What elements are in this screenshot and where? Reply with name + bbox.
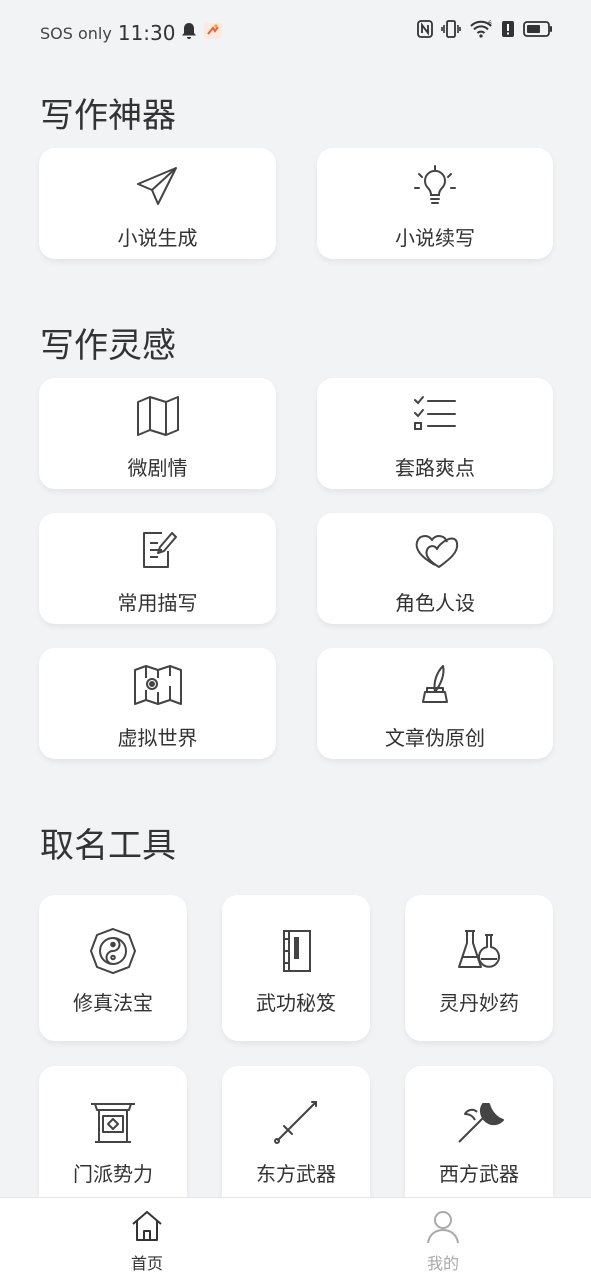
card-label: 小说生成 — [117, 226, 198, 250]
axe-icon — [453, 1098, 505, 1150]
card-label: 门派势力 — [73, 1162, 153, 1186]
card-descriptions[interactable]: 常用描写 — [39, 513, 276, 624]
sword-icon — [272, 1098, 320, 1150]
card-label: 灵丹妙药 — [439, 991, 519, 1015]
status-right: 6 — [417, 20, 553, 42]
card-label: 文章伪原创 — [385, 726, 485, 750]
card-pseudo-original[interactable]: 文章伪原创 — [317, 648, 553, 759]
card-label: 角色人设 — [395, 591, 475, 615]
card-sect[interactable]: 门派势力 — [39, 1066, 187, 1212]
card-novel-continue[interactable]: 小说续写 — [317, 148, 553, 259]
book-icon — [272, 927, 320, 979]
card-virtual-world[interactable]: 虚拟世界 — [39, 648, 276, 759]
sos-text: SOS only — [40, 23, 112, 43]
card-micro-plot[interactable]: 微剧情 — [39, 378, 276, 489]
section-title-writing-tools: 写作神器 — [40, 96, 176, 136]
nav-home-label: 首页 — [130, 1254, 163, 1273]
world-map-icon — [132, 662, 184, 714]
vibrate-icon — [441, 20, 461, 42]
battery-icon — [523, 20, 553, 42]
card-elixir[interactable]: 灵丹妙药 — [405, 895, 553, 1041]
card-martial-arts[interactable]: 武功秘笈 — [222, 895, 370, 1041]
card-treasure[interactable]: 修真法宝 — [39, 895, 187, 1041]
map-icon — [134, 392, 182, 444]
nav-mine-label: 我的 — [426, 1254, 459, 1273]
card-label: 西方武器 — [439, 1162, 519, 1186]
hearts-icon — [409, 527, 461, 579]
card-label: 微剧情 — [127, 456, 188, 480]
card-label: 套路爽点 — [395, 456, 475, 480]
app-notification-icon — [203, 22, 223, 44]
home-icon — [129, 1211, 165, 1248]
nav-mine[interactable]: 我的 — [403, 1208, 483, 1274]
bell-icon — [181, 22, 197, 44]
section-title-naming: 取名工具 — [40, 826, 176, 866]
wifi-icon: 6 — [469, 20, 493, 42]
card-characters[interactable]: 角色人设 — [317, 513, 553, 624]
card-label: 小说续写 — [395, 226, 475, 250]
card-label: 虚拟世界 — [117, 726, 198, 750]
lightbulb-icon — [411, 162, 459, 214]
card-routines[interactable]: 套路爽点 — [317, 378, 553, 489]
section-title-inspiration: 写作灵感 — [40, 326, 176, 366]
bottom-nav: 首页 我的 — [0, 1197, 591, 1281]
bagua-icon — [89, 927, 137, 979]
edit-document-icon — [134, 527, 182, 579]
gate-icon — [89, 1098, 137, 1150]
svg-text:6: 6 — [488, 20, 492, 27]
card-western-weapon[interactable]: 西方武器 — [405, 1066, 553, 1212]
nfc-icon — [417, 20, 433, 42]
card-label: 修真法宝 — [73, 991, 153, 1015]
alert-icon — [501, 20, 515, 42]
card-label: 常用描写 — [117, 591, 198, 615]
nav-home[interactable]: 首页 — [107, 1208, 187, 1274]
clock: 11:30 — [117, 21, 176, 45]
card-eastern-weapon[interactable]: 东方武器 — [222, 1066, 370, 1212]
card-label: 东方武器 — [256, 1162, 336, 1186]
user-icon — [425, 1211, 461, 1248]
card-novel-generate[interactable]: 小说生成 — [39, 148, 276, 259]
status-bar: SOS only 11:30 6 — [0, 0, 591, 66]
quill-ink-icon — [411, 662, 459, 714]
status-left: SOS only 11:30 — [40, 21, 223, 45]
flask-icon — [455, 927, 503, 979]
paper-plane-icon — [134, 162, 182, 214]
checklist-icon — [411, 392, 459, 444]
card-label: 武功秘笈 — [256, 991, 336, 1015]
